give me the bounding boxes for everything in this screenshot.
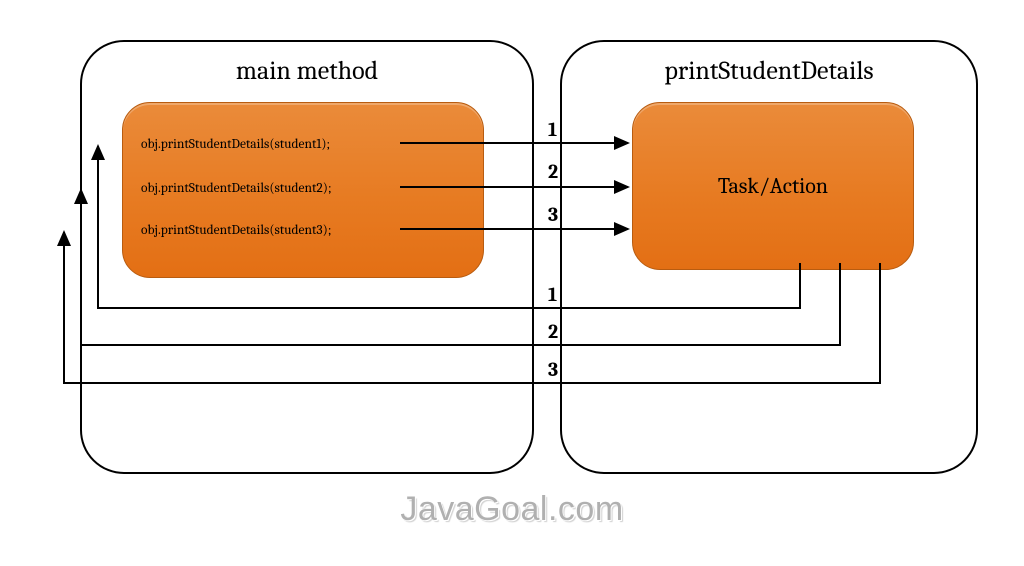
right-container: printStudentDetails Task/Action [560,40,978,474]
right-task-box: Task/Action [632,102,914,270]
watermark: JavaGoal.com [400,490,623,528]
return-label-3: 3 [548,358,558,381]
left-title: main method [82,56,532,86]
code-line-3: obj.printStudentDetails(student3); [141,223,331,238]
task-action-text: Task/Action [718,173,828,199]
watermark-wrap: JavaGoal.com [0,490,1024,529]
code-line-1: obj.printStudentDetails(student1); [141,137,330,152]
forward-label-3: 3 [548,203,558,226]
right-title: printStudentDetails [562,56,976,86]
return-label-2: 2 [548,320,558,343]
return-label-1: 1 [548,283,557,306]
forward-label-2: 2 [548,160,558,183]
left-container: main method obj.printStudentDetails(stud… [80,40,534,474]
forward-label-1: 1 [548,118,557,141]
code-line-2: obj.printStudentDetails(student2); [141,181,332,196]
left-code-box: obj.printStudentDetails(student1); obj.p… [122,102,484,278]
